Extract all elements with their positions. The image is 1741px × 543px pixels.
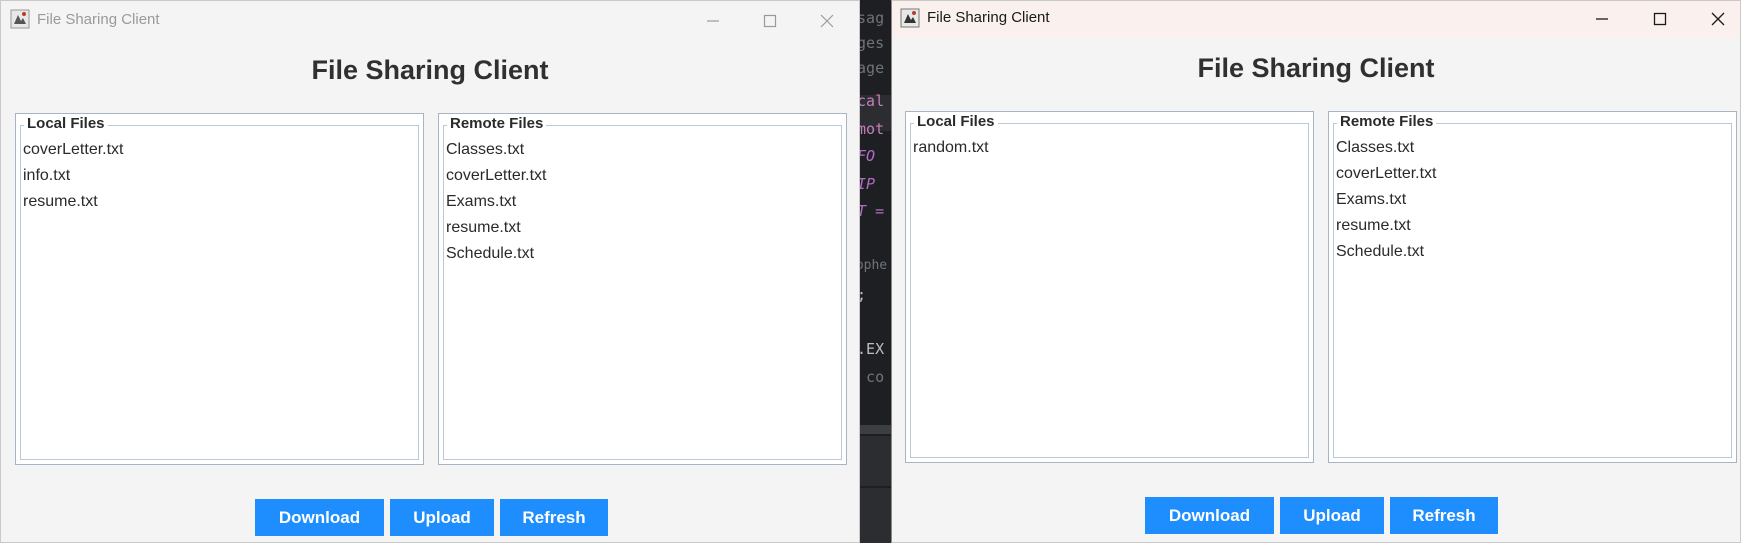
maximize-button[interactable]: [1640, 4, 1680, 32]
refresh-button[interactable]: Refresh: [1390, 497, 1498, 534]
list-item[interactable]: Classes.txt: [1336, 139, 1437, 165]
list-item[interactable]: coverLetter.txt: [446, 167, 547, 193]
list-item[interactable]: coverLetter.txt: [1336, 165, 1437, 191]
local-files-label: Local Files: [914, 113, 998, 130]
minimize-button[interactable]: [1582, 4, 1622, 32]
page-title: File Sharing Client: [1197, 53, 1435, 83]
close-button[interactable]: [1698, 4, 1738, 32]
maximize-icon: [1653, 12, 1667, 26]
title-bar[interactable]: File Sharing Client: [892, 1, 1740, 38]
local-files-panel: Local Files coverLetter.txt info.txt res…: [15, 113, 424, 465]
list-item[interactable]: info.txt: [23, 167, 124, 193]
local-files-list[interactable]: coverLetter.txt info.txt resume.txt: [23, 141, 124, 219]
refresh-button[interactable]: Refresh: [500, 499, 608, 536]
window-title: File Sharing Client: [37, 11, 160, 28]
page-title: File Sharing Client: [311, 55, 549, 85]
list-item[interactable]: Exams.txt: [1336, 191, 1437, 217]
list-item[interactable]: Schedule.txt: [1336, 243, 1437, 269]
remote-files-list[interactable]: Classes.txt coverLetter.txt Exams.txt re…: [446, 141, 547, 271]
remote-files-panel: Remote Files Classes.txt coverLetter.txt…: [1328, 111, 1737, 463]
list-item[interactable]: Exams.txt: [446, 193, 547, 219]
java-app-icon: [900, 8, 920, 28]
remote-files-label: Remote Files: [1337, 113, 1437, 130]
title-bar[interactable]: File Sharing Client: [1, 1, 859, 38]
local-files-list[interactable]: random.txt: [913, 139, 989, 165]
minimize-button[interactable]: [693, 6, 733, 34]
download-button[interactable]: Download: [255, 499, 384, 536]
java-app-icon: [10, 9, 30, 29]
close-icon: [1711, 12, 1725, 26]
remote-files-panel: Remote Files Classes.txt coverLetter.txt…: [438, 113, 847, 465]
list-item[interactable]: Schedule.txt: [446, 245, 547, 271]
download-button[interactable]: Download: [1145, 497, 1274, 534]
maximize-icon: [763, 14, 777, 28]
list-item[interactable]: random.txt: [913, 139, 989, 165]
list-item[interactable]: coverLetter.txt: [23, 141, 124, 167]
file-sharing-window-right: File Sharing Client File Sharing Client …: [891, 0, 1741, 543]
panel-border: [910, 123, 1309, 458]
list-item[interactable]: resume.txt: [23, 193, 124, 219]
local-files-label: Local Files: [24, 115, 108, 132]
window-title: File Sharing Client: [927, 9, 1050, 26]
close-icon: [820, 14, 834, 28]
list-item[interactable]: resume.txt: [446, 219, 547, 245]
list-item[interactable]: Classes.txt: [446, 141, 547, 167]
remote-files-list[interactable]: Classes.txt coverLetter.txt Exams.txt re…: [1336, 139, 1437, 269]
maximize-button[interactable]: [750, 6, 790, 34]
remote-files-label: Remote Files: [447, 115, 547, 132]
local-files-panel: Local Files random.txt: [905, 111, 1314, 463]
minimize-icon: [707, 20, 719, 22]
minimize-icon: [1596, 18, 1608, 20]
upload-button[interactable]: Upload: [390, 499, 494, 536]
upload-button[interactable]: Upload: [1280, 497, 1384, 534]
close-button[interactable]: [807, 6, 847, 34]
file-sharing-window-left: File Sharing Client File Sharing Client …: [0, 0, 860, 543]
list-item[interactable]: resume.txt: [1336, 217, 1437, 243]
